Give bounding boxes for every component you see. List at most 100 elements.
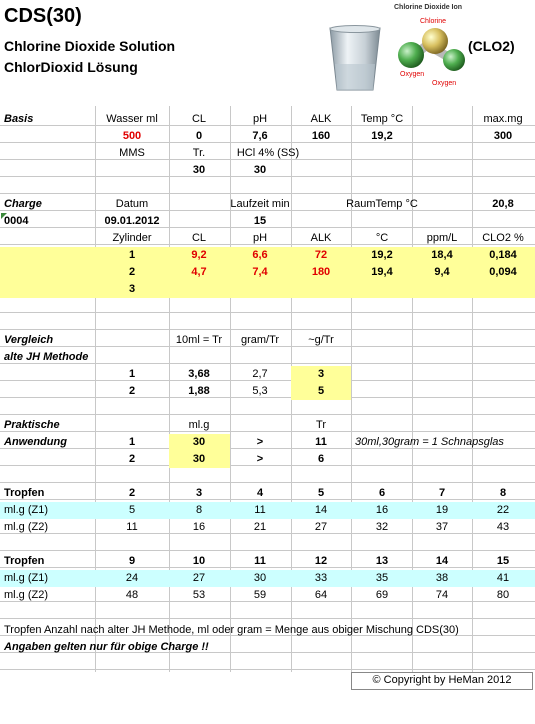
charge-raumtemp-label: RaumTemp °C bbox=[346, 198, 418, 210]
molecule-label-chlorine: Chlorine bbox=[420, 18, 447, 25]
charge-header: CL bbox=[191, 232, 207, 244]
praktische-label: Praktische bbox=[4, 419, 60, 431]
tropfen-z2-cell: 80 bbox=[496, 589, 510, 601]
grid-line bbox=[0, 550, 535, 551]
tropfen-z2-label: ml.g (Z2) bbox=[4, 589, 48, 601]
tropfen-label: Tropfen bbox=[4, 555, 45, 567]
grid-line bbox=[0, 125, 535, 126]
charge-cell: 19,4 bbox=[371, 266, 393, 278]
vergleich-sublabel: alte JH Methode bbox=[4, 351, 89, 363]
tropfen-z2-cell: 69 bbox=[375, 589, 389, 601]
tropfen-z2-cell: 16 bbox=[192, 521, 206, 533]
praktische-cell: > bbox=[256, 453, 264, 465]
grid-line bbox=[0, 193, 535, 194]
grid-line bbox=[0, 618, 535, 619]
grid-line bbox=[0, 601, 535, 602]
grid-line bbox=[472, 0, 473, 724]
grid-line bbox=[0, 176, 535, 177]
tropfen-z1-cell: 19 bbox=[435, 504, 449, 516]
basis-hcl-value: 30 bbox=[253, 164, 267, 176]
charge-laufzeit-label: Laufzeit min bbox=[230, 198, 290, 210]
tropfen-z2-label: ml.g (Z2) bbox=[4, 521, 48, 533]
grid-line bbox=[291, 0, 292, 724]
grid-line bbox=[351, 0, 352, 724]
basis-header: max.mg bbox=[483, 113, 523, 125]
tropfen-count: 15 bbox=[496, 555, 510, 567]
subtitle-german: ChlorDioxid Lösung bbox=[4, 59, 138, 75]
tropfen-z2-cell: 53 bbox=[192, 589, 206, 601]
charge-header: ALK bbox=[310, 232, 332, 244]
tropfen-count: 12 bbox=[314, 555, 328, 567]
praktische-cell: 6 bbox=[317, 453, 325, 465]
charge-cell: 1 bbox=[128, 249, 136, 261]
vergleich-cell: 1 bbox=[128, 368, 136, 380]
tropfen-count: 2 bbox=[128, 487, 136, 499]
basis-header: Wasser ml bbox=[106, 113, 158, 125]
praktische-cell: 2 bbox=[128, 453, 136, 465]
charge-date: 09.01.2012 bbox=[104, 215, 160, 227]
vergleich-label: Vergleich bbox=[4, 334, 54, 346]
tropfen-z1-label: ml.g (Z1) bbox=[4, 504, 48, 516]
basis-value: 19,2 bbox=[371, 130, 393, 142]
charge-cell: 9,4 bbox=[434, 266, 450, 278]
grid-line bbox=[412, 0, 413, 724]
praktische-header-tr: Tr bbox=[316, 419, 326, 431]
charge-cell: 9,2 bbox=[191, 249, 207, 261]
praktische-cell: 1 bbox=[128, 436, 136, 448]
vergleich-cell: 1,88 bbox=[188, 385, 210, 397]
tropfen-z1-cell: 41 bbox=[496, 572, 510, 584]
grid-line bbox=[0, 533, 535, 534]
charge-cell: 19,2 bbox=[371, 249, 393, 261]
tropfen-count: 4 bbox=[256, 487, 264, 499]
copyright-text: © Copyright by HeMan 2012 bbox=[372, 674, 512, 686]
grid-line bbox=[0, 567, 535, 568]
tropfen-count: 5 bbox=[317, 487, 325, 499]
basis-mms-label: MMS bbox=[119, 147, 145, 159]
basis-tr-label: Tr. bbox=[192, 147, 206, 159]
charge-cell: 72 bbox=[314, 249, 328, 261]
footer-warning: Angaben gelten nur für obige Charge !! bbox=[4, 641, 209, 653]
basis-mms-value: 30 bbox=[192, 164, 206, 176]
basis-header: CL bbox=[191, 113, 207, 125]
charge-cell: 6,6 bbox=[252, 249, 268, 261]
basis-value: 300 bbox=[493, 130, 513, 142]
grid-line bbox=[0, 465, 535, 466]
tropfen-z2-cell: 11 bbox=[126, 521, 138, 533]
charge-header: °C bbox=[375, 232, 389, 244]
tropfen-z1-cell: 5 bbox=[128, 504, 136, 516]
praktische-cell: > bbox=[256, 436, 264, 448]
grid-line bbox=[0, 669, 535, 670]
grid-line bbox=[230, 0, 231, 724]
tropfen-z2-cell: 48 bbox=[125, 589, 139, 601]
tropfen-count: 9 bbox=[128, 555, 136, 567]
basis-value: 160 bbox=[311, 130, 331, 142]
charge-header: CLO2 % bbox=[482, 232, 524, 244]
vergleich-header-10ml: 10ml = Tr bbox=[175, 334, 223, 346]
grid-line bbox=[0, 499, 535, 500]
charge-cell: 18,4 bbox=[431, 249, 453, 261]
tropfen-count: 13 bbox=[375, 555, 389, 567]
vergleich-cell: 5,3 bbox=[252, 385, 268, 397]
formula-label: (CLO2) bbox=[468, 38, 515, 54]
tropfen-z1-cell: 14 bbox=[314, 504, 328, 516]
basis-value: 7,6 bbox=[252, 130, 268, 142]
vergleich-cell: 2 bbox=[128, 385, 136, 397]
charge-cell: 180 bbox=[311, 266, 331, 278]
grid-line bbox=[169, 0, 170, 724]
page-title: CDS(30) bbox=[4, 5, 82, 27]
grid-line bbox=[0, 329, 535, 330]
tropfen-z2-cell: 27 bbox=[314, 521, 328, 533]
tropfen-z1-label: ml.g (Z1) bbox=[4, 572, 48, 584]
charge-raumtemp-value: 20,8 bbox=[492, 198, 514, 210]
tropfen-z1-cell: 38 bbox=[435, 572, 449, 584]
charge-number: 0004 bbox=[4, 215, 29, 227]
spreadsheet: CDS(30) Chlorine Dioxide Solution ChlorD… bbox=[0, 0, 535, 724]
grid-line bbox=[0, 482, 535, 483]
praktische-note: 30ml,30gram = 1 Schnapsglas bbox=[355, 436, 504, 448]
tropfen-z1-cell: 24 bbox=[125, 572, 139, 584]
basis-label: Basis bbox=[4, 113, 34, 125]
charge-header: pH bbox=[252, 232, 268, 244]
charge-label: Charge bbox=[4, 198, 42, 210]
praktische-header-mlg: ml.g bbox=[188, 419, 210, 431]
grid-line bbox=[95, 0, 96, 724]
